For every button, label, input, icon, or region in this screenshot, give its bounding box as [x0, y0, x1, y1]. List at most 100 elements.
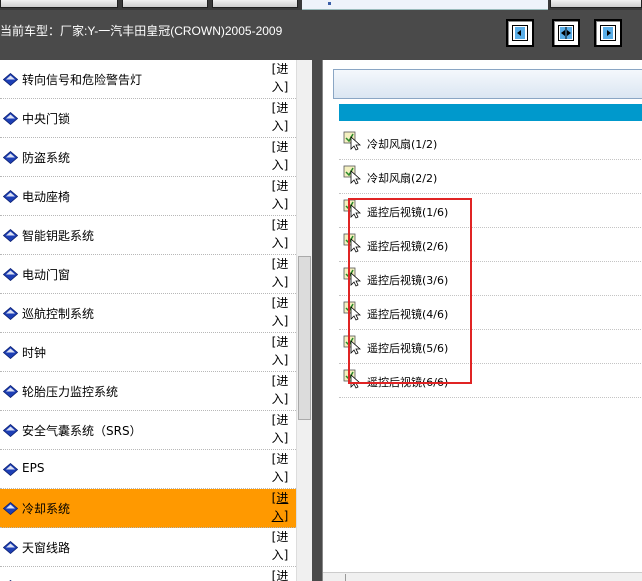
enter-link[interactable]: [进入] — [268, 177, 292, 213]
sidebar-item[interactable]: 轮胎压力监控系统 [进入] — [0, 372, 296, 411]
sidebar-item[interactable]: 时钟 [进入] — [0, 333, 296, 372]
document-list-title-bar — [339, 104, 642, 121]
sidebar-item-label: 轮胎压力监控系统 — [22, 385, 119, 399]
sidebar-item[interactable]: [进入] — [0, 567, 296, 581]
document-row[interactable]: 遥控后视镜(4/6) — [339, 296, 642, 330]
header-bar: 当前车型：厂家:Y-一汽丰田皇冠(CROWN)2005-2009 — [0, 10, 642, 60]
document-row[interactable]: 遥控后视镜(1/6) — [339, 194, 642, 228]
enter-link[interactable]: [进入] — [268, 450, 292, 486]
document-panel-header — [333, 69, 642, 99]
enter-link[interactable]: [进入] — [268, 99, 292, 135]
document-row[interactable]: 遥控后视镜(5/6) — [339, 330, 642, 364]
sidebar-item[interactable]: 电动门窗 [进入] — [0, 255, 296, 294]
document-link-icon — [343, 131, 361, 151]
enter-link[interactable]: [进入] — [268, 60, 292, 96]
document-link-icon — [343, 335, 361, 355]
document-link-icon — [343, 369, 361, 389]
sidebar-item-label: 防盗系统 — [22, 151, 71, 165]
pane-divider[interactable] — [312, 60, 322, 581]
document-label: 遥控后视镜(1/6) — [367, 206, 449, 219]
document-row[interactable]: 冷却风扇(2/2) — [339, 160, 642, 194]
document-label: 遥控后视镜(2/6) — [367, 240, 449, 253]
sidebar-item-label: 安全气囊系统（SRS） — [22, 424, 142, 438]
sidebar-item[interactable]: 巡航控制系统 [进入] — [0, 294, 296, 333]
document-row[interactable]: 遥控后视镜(2/6) — [339, 228, 642, 262]
document-row[interactable]: 冷却风扇(1/2) — [339, 126, 642, 160]
document-link-icon — [343, 233, 361, 253]
view-split-pane-button[interactable] — [552, 19, 580, 47]
layout-left-icon — [512, 25, 528, 41]
diamond-bullet-icon — [3, 385, 18, 398]
top-address-area — [302, 0, 548, 10]
sidebar-item-label: 转向信号和危险警告灯 — [22, 73, 143, 87]
sidebar-item-label: 时钟 — [22, 346, 47, 360]
view-left-pane-button[interactable] — [506, 19, 534, 47]
sidebar-item[interactable]: 冷却系统 [进入] — [0, 489, 296, 528]
top-toolbar-button[interactable] — [122, 0, 208, 8]
diamond-bullet-icon — [3, 541, 18, 554]
view-right-pane-button[interactable] — [594, 19, 622, 47]
sidebar-item[interactable]: 转向信号和危险警告灯 [进入] — [0, 60, 296, 99]
document-link-icon — [343, 301, 361, 321]
sidebar-item[interactable]: 防盗系统 [进入] — [0, 138, 296, 177]
sidebar-item-label: 电动座椅 — [22, 190, 71, 204]
top-toolbar-button[interactable] — [212, 0, 298, 8]
enter-link[interactable]: [进入] — [268, 294, 292, 330]
document-label: 遥控后视镜(4/6) — [367, 308, 449, 321]
enter-link[interactable]: [进入] — [268, 255, 292, 291]
sidebar-item-label: 中央门锁 — [22, 112, 71, 126]
system-nav-panel: 转向信号和危险警告灯 [进入] 中央门锁 [进入] 防盗系统 [进入] 电动座椅 [进入] 智能… — [0, 60, 312, 581]
nav-scrollbar[interactable] — [296, 60, 312, 581]
sidebar-item-label: EPS — [22, 461, 45, 475]
sidebar-item-label: 冷却系统 — [22, 502, 71, 516]
sidebar-item[interactable]: EPS [进入] — [0, 450, 296, 489]
enter-link[interactable]: [进入] — [268, 411, 292, 447]
document-row[interactable]: 遥控后视镜(3/6) — [339, 262, 642, 296]
diamond-bullet-icon — [3, 73, 18, 86]
diamond-bullet-icon — [3, 151, 18, 164]
document-label: 冷却风扇(1/2) — [367, 138, 438, 151]
sidebar-item[interactable]: 智能钥匙系统 [进入] — [0, 216, 296, 255]
top-toolbar-button[interactable] — [550, 0, 642, 8]
diamond-bullet-icon — [3, 424, 18, 437]
document-label: 遥控后视镜(5/6) — [367, 342, 449, 355]
enter-link[interactable]: [进入] — [268, 528, 292, 564]
sidebar-item-label: 电动门窗 — [22, 268, 71, 282]
enter-link[interactable]: [进入] — [268, 216, 292, 252]
enter-link[interactable]: [进入] — [268, 489, 292, 525]
diamond-bullet-icon — [3, 190, 18, 203]
sidebar-item-label: 天窗线路 — [22, 541, 71, 555]
enter-link[interactable]: [进入] — [268, 138, 292, 174]
diamond-bullet-icon — [3, 346, 18, 359]
diamond-bullet-icon — [3, 502, 18, 515]
sidebar-item[interactable]: 电动座椅 [进入] — [0, 177, 296, 216]
sidebar-item-label: 智能钥匙系统 — [22, 229, 95, 243]
system-nav-list: 转向信号和危险警告灯 [进入] 中央门锁 [进入] 防盗系统 [进入] 电动座椅 [进入] 智能… — [0, 60, 296, 581]
enter-link[interactable]: [进入] — [268, 333, 292, 369]
sidebar-item-label: 巡航控制系统 — [22, 307, 95, 321]
enter-link[interactable]: [进入] — [268, 372, 292, 408]
diamond-bullet-icon — [3, 268, 18, 281]
diamond-bullet-icon — [3, 112, 18, 125]
document-label: 遥控后视镜(6/6) — [367, 376, 449, 389]
sidebar-item[interactable]: 安全气囊系统（SRS） [进入] — [0, 411, 296, 450]
document-panel-top — [323, 60, 642, 68]
nav-scrollbar-thumb[interactable] — [298, 256, 311, 420]
document-link-icon — [343, 165, 361, 185]
document-label: 冷却风扇(2/2) — [367, 172, 438, 185]
enter-link[interactable]: [进入] — [268, 567, 292, 581]
document-list: 冷却风扇(1/2) 冷却风扇(2/2) 遥控后视镜(1/6) 遥控后视镜(2/6) 遥控… — [339, 126, 642, 398]
layout-right-icon — [600, 25, 616, 41]
sidebar-item[interactable]: 中央门锁 [进入] — [0, 99, 296, 138]
top-toolbar-button[interactable] — [0, 0, 118, 8]
document-link-icon — [343, 267, 361, 287]
document-horizontal-scrollbar[interactable] — [323, 572, 642, 581]
document-row[interactable]: 遥控后视镜(6/6) — [339, 364, 642, 398]
diamond-bullet-icon — [3, 463, 18, 476]
document-panel: 冷却风扇(1/2) 冷却风扇(2/2) 遥控后视镜(1/6) 遥控后视镜(2/6) 遥控… — [322, 60, 642, 581]
diamond-bullet-icon — [3, 229, 18, 242]
sidebar-item[interactable]: 天窗线路 [进入] — [0, 528, 296, 567]
top-toolbar-strip — [0, 0, 642, 10]
current-vehicle-label: 当前车型：厂家:Y-一汽丰田皇冠(CROWN)2005-2009 — [0, 24, 283, 38]
diamond-bullet-icon — [3, 307, 18, 320]
